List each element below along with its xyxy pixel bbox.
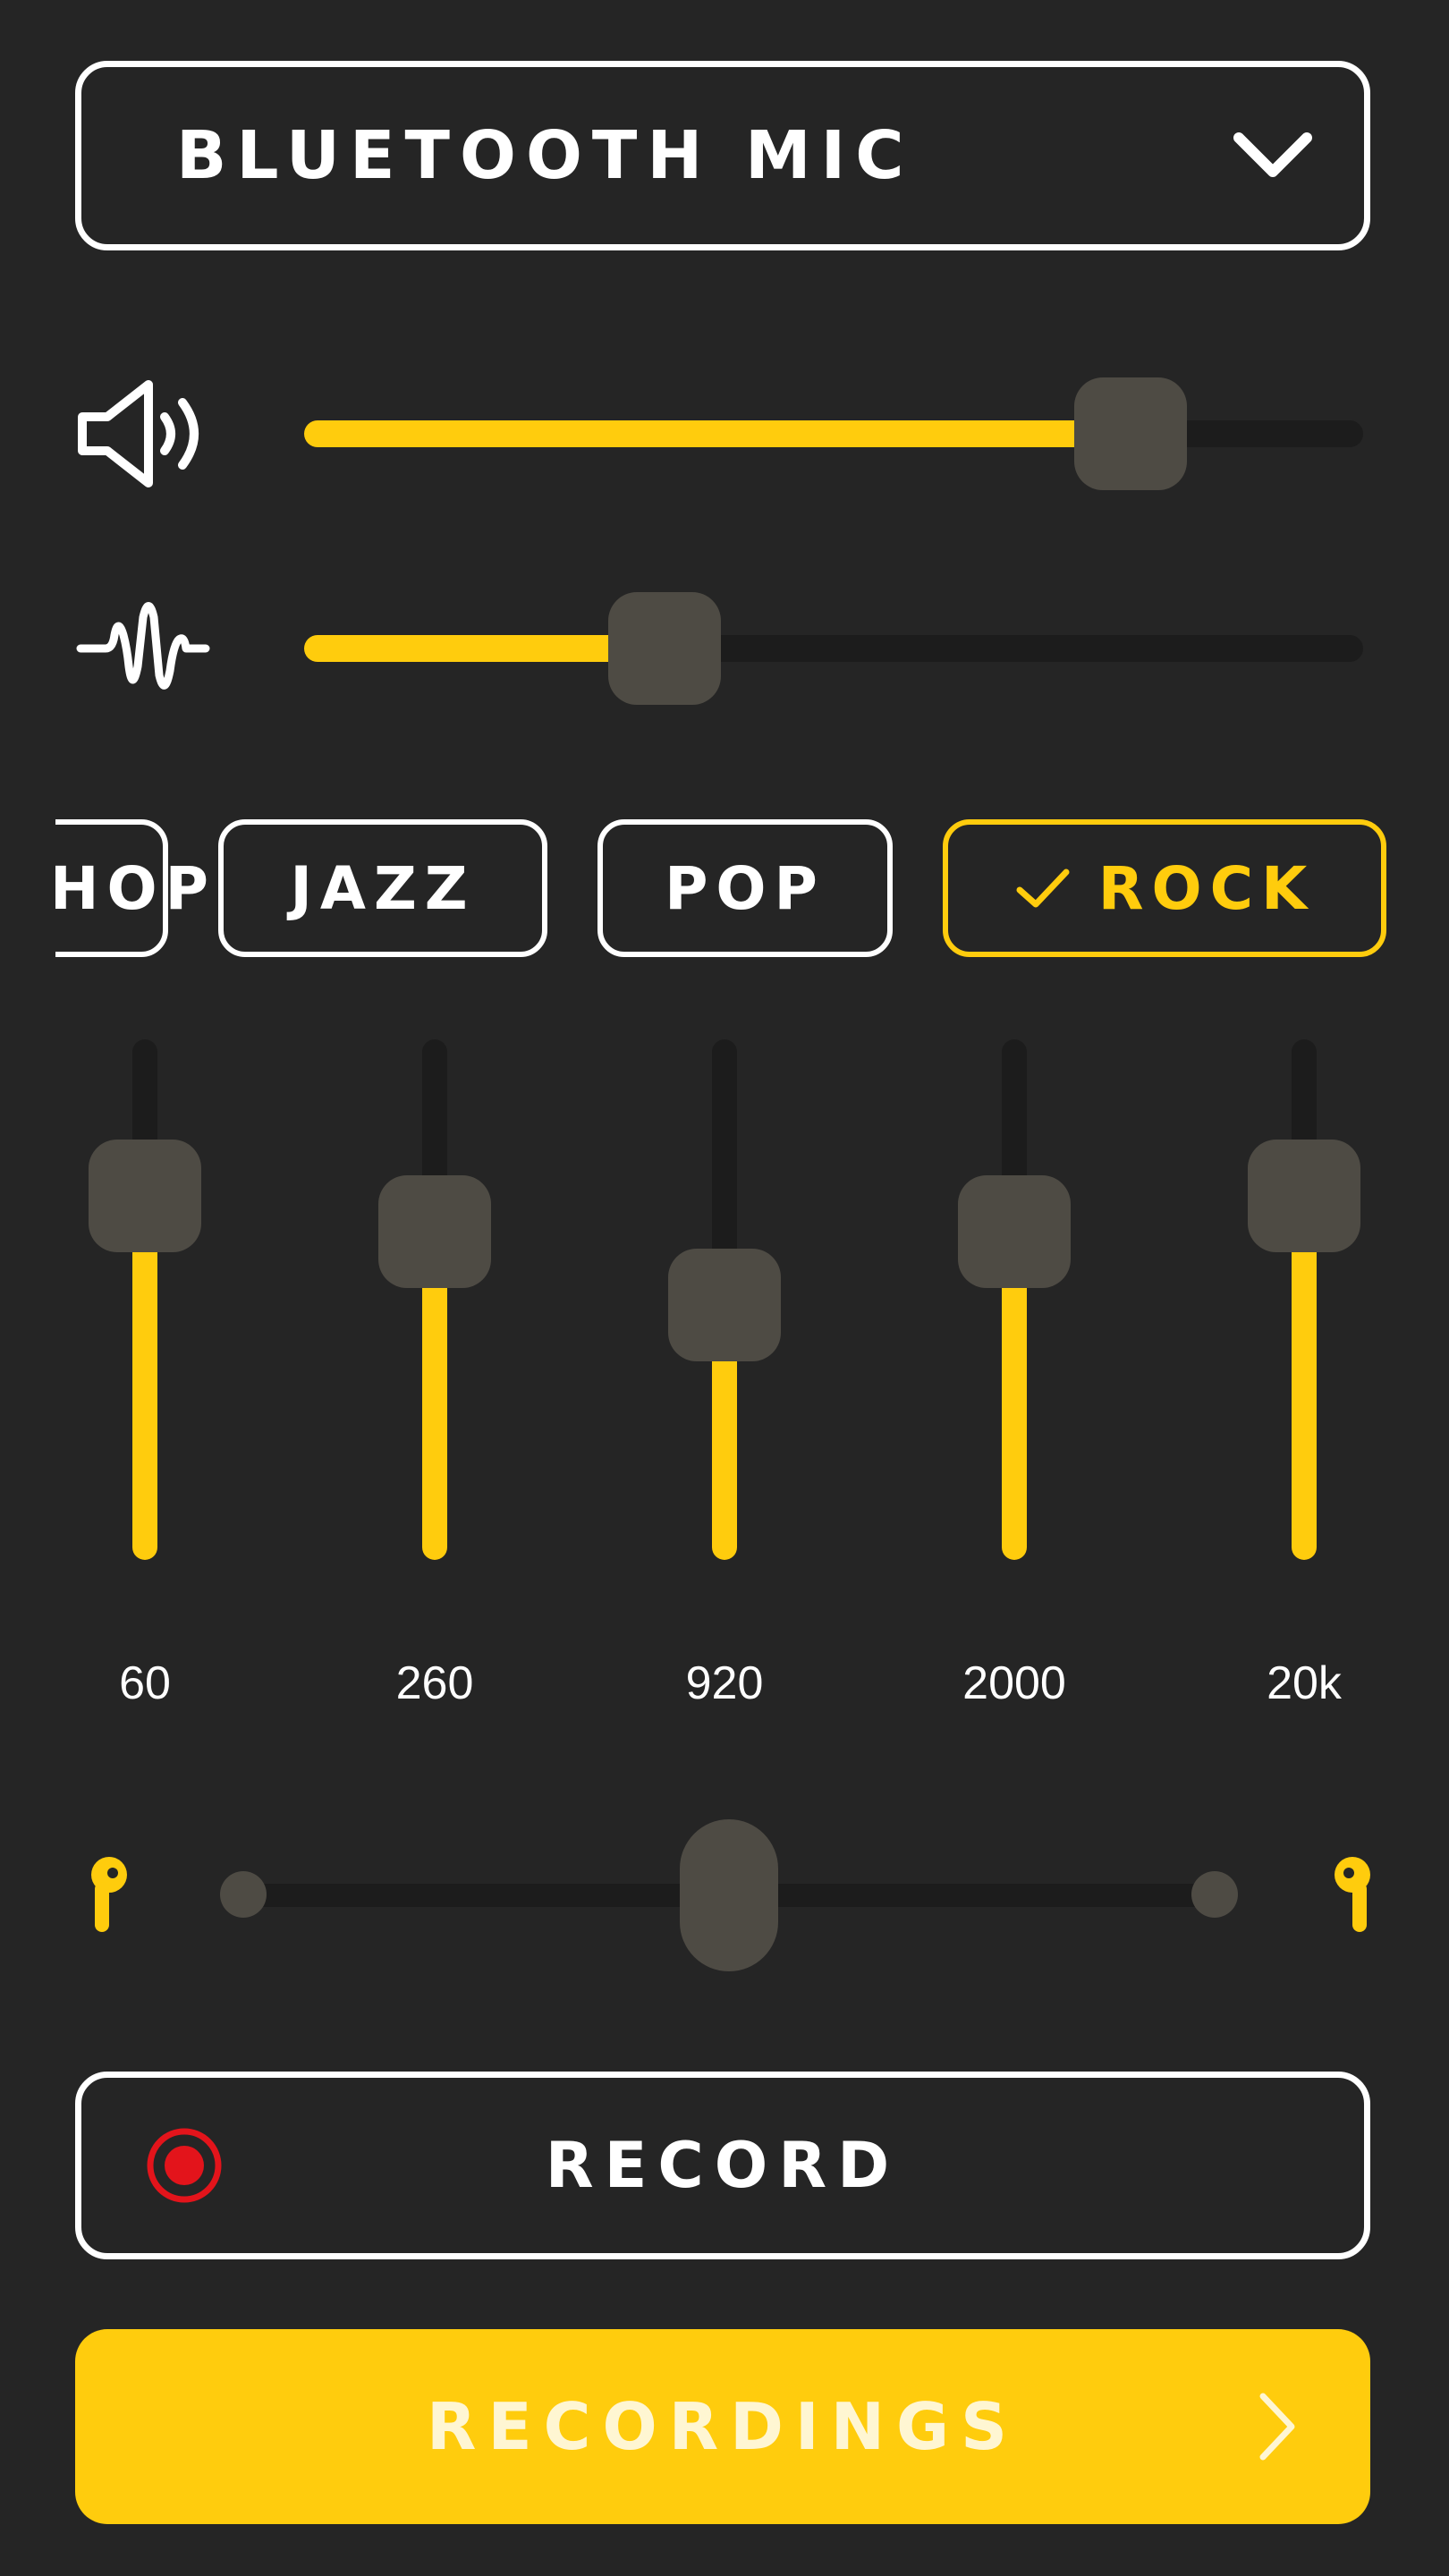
volume-slider-thumb[interactable] [1073,377,1187,490]
left-earbud-icon [91,1857,127,1932]
eq-slider[interactable] [1248,1039,1360,1560]
volume-row [0,376,1449,492]
preset-chip-label: ROCK [1097,853,1316,923]
eq-band-label: 60 [119,1657,171,1709]
eq-slider-thumb[interactable] [668,1248,781,1361]
eq-band-label: 920 [685,1657,764,1709]
eq-slider[interactable] [378,1039,491,1560]
balance-slider-thumb[interactable] [680,1819,778,1971]
eq-band-label: 2000 [962,1657,1066,1709]
preset-chip-label: JAZZ [290,853,476,923]
eq-slider-thumb[interactable] [89,1139,201,1252]
check-icon [1016,869,1070,908]
preset-chip-label: POP [665,853,826,923]
eq-band-920: 920 [635,1039,814,1719]
right-earbud-icon [1335,1857,1370,1932]
eq-band-20k: 20k [1215,1039,1394,1719]
gain-row [0,590,1449,707]
gain-slider-thumb[interactable] [607,592,721,705]
speaker-icon [78,380,199,487]
record-button-label: RECORD [545,2129,901,2202]
balance-row [0,1819,1449,1971]
eq-slider[interactable] [668,1039,781,1560]
gain-slider[interactable] [304,592,1363,705]
source-dropdown[interactable]: BLUETOOTH MIC [75,61,1370,250]
waveform-icon [76,602,210,690]
recordings-button[interactable]: RECORDINGS [75,2329,1370,2524]
chevron-right-icon [1259,2393,1295,2461]
preset-chip-rock[interactable]: ROCK [943,819,1386,957]
eq-slider[interactable] [958,1039,1071,1560]
preset-chip-label: HIP HOP [55,853,216,923]
chevron-down-icon [1233,132,1312,177]
record-button[interactable]: RECORD [75,2072,1370,2259]
balance-left-stop [220,1871,267,1918]
eq-band-260: 260 [345,1039,524,1719]
eq-band-label: 20k [1267,1657,1342,1709]
source-dropdown-label: BLUETOOTH MIC [176,117,914,194]
preset-chip-hiphop[interactable]: HIP HOP [55,819,208,957]
eq-band-60: 60 [55,1039,234,1719]
preset-track: HIP HOP JAZZ POP ROCK [55,819,1386,957]
eq-slider-thumb[interactable] [958,1175,1071,1289]
eq-slider-thumb[interactable] [378,1175,491,1289]
eq-slider[interactable] [89,1039,201,1560]
preset-strip[interactable]: HIP HOP JAZZ POP ROCK [55,819,1394,957]
eq-slider-thumb[interactable] [1248,1139,1360,1252]
eq-band-label: 260 [395,1657,474,1709]
eq-band-2000: 2000 [925,1039,1104,1719]
volume-slider[interactable] [304,377,1363,490]
preset-chip-pop[interactable]: POP [597,819,893,957]
preset-chip-jazz[interactable]: JAZZ [218,819,547,957]
balance-right-stop [1191,1871,1238,1918]
volume-slider-fill [304,420,1131,447]
recordings-button-label: RECORDINGS [427,2389,1019,2464]
